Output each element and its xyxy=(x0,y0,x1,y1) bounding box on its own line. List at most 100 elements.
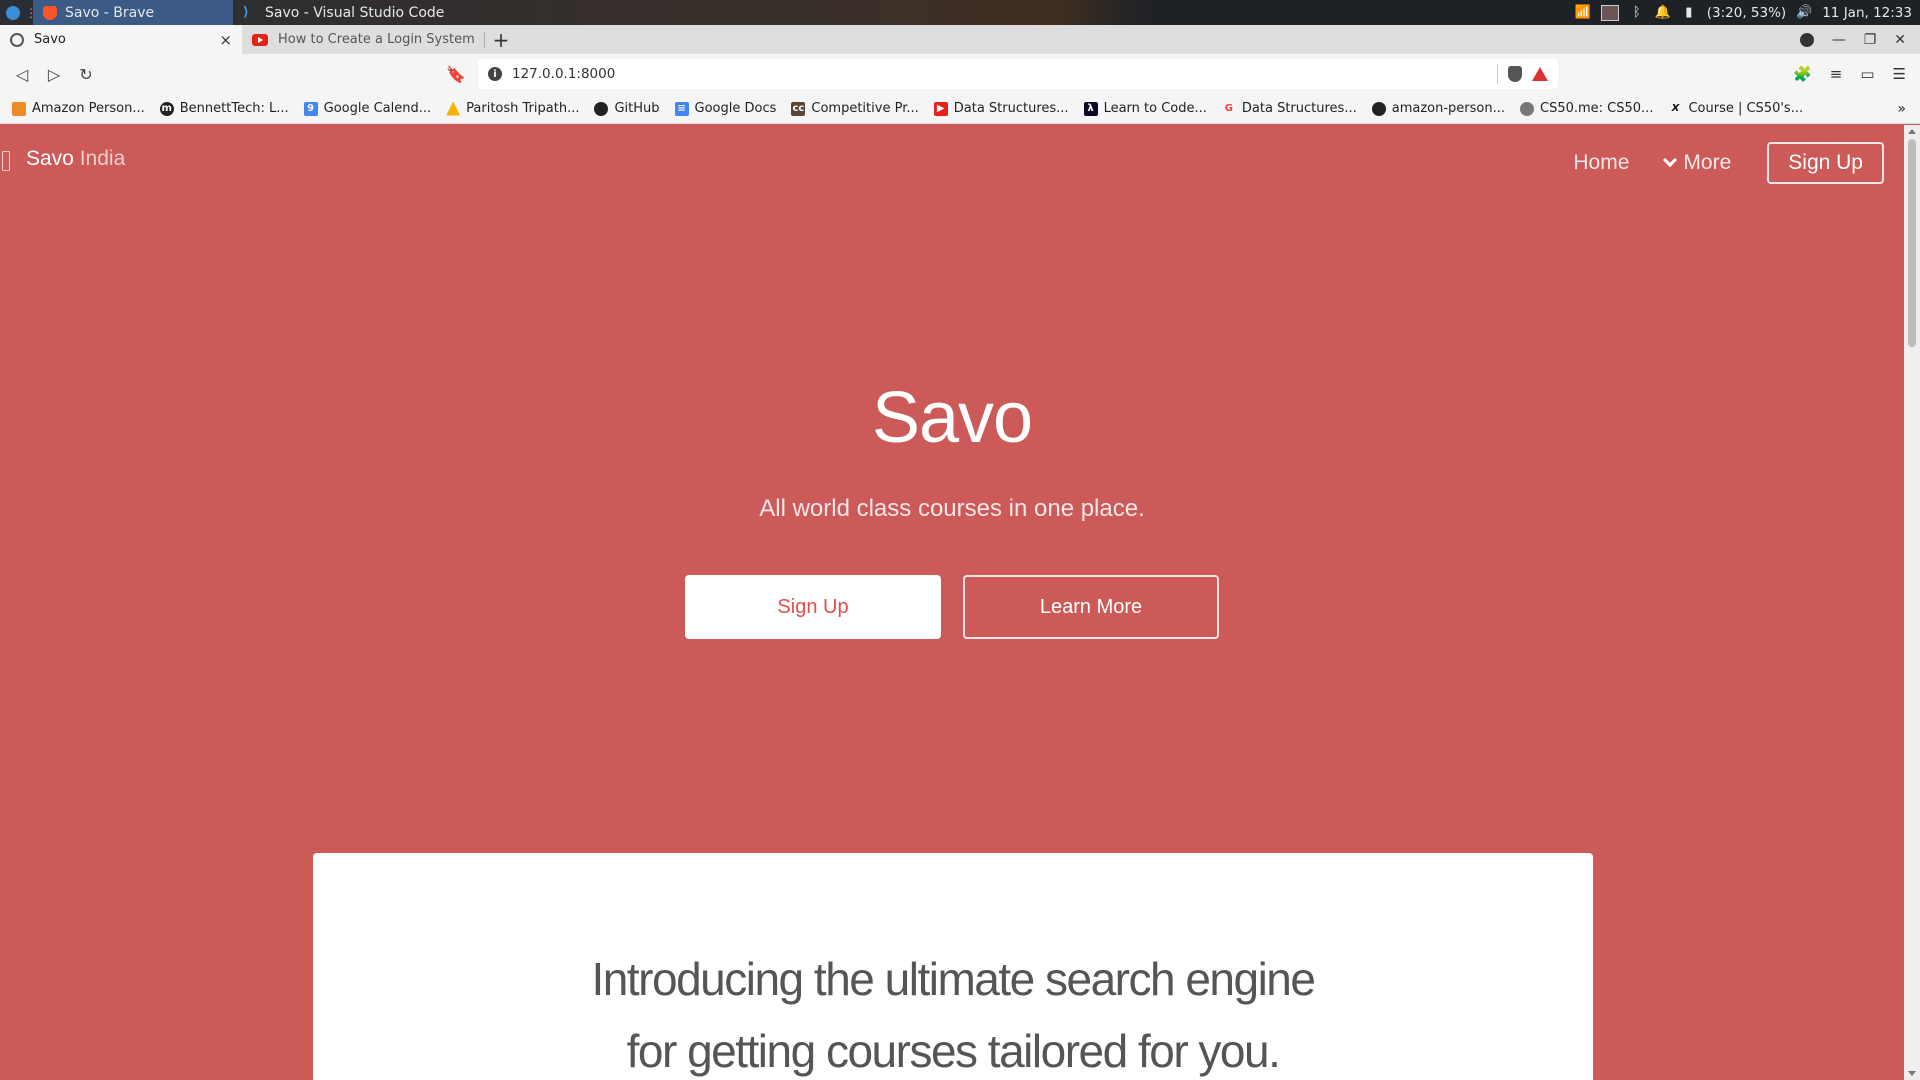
taskbar-window-brave[interactable]: Savo - Brave xyxy=(33,0,233,25)
screen-record-icon[interactable] xyxy=(1600,4,1619,21)
bookmark-label: Google Calend... xyxy=(323,101,432,116)
window-controls: — ❐ ✕ xyxy=(1799,25,1920,54)
chevron-down-icon xyxy=(1663,152,1678,168)
globe-icon xyxy=(1520,101,1534,116)
tab-title: How to Create a Login System xyxy=(278,32,474,47)
bookmark-item[interactable]: ≡ Google Docs xyxy=(674,101,777,116)
fcc-icon: λ xyxy=(1083,101,1098,116)
browser-toolbar: ◁ ▷ ↻ 🔖 i 127.0.0.1:8000 🧩 ≡ ▭ ☰ xyxy=(0,54,1920,94)
brand-menu-icon[interactable] xyxy=(2,151,10,171)
bookmark-item[interactable]: m BennettTech: L... xyxy=(159,101,289,116)
start-menu-icon xyxy=(5,5,20,20)
tab-title: Savo xyxy=(34,32,66,47)
amazon-icon xyxy=(12,101,26,116)
tab-close-button[interactable]: × xyxy=(219,31,232,49)
tab-search-icon[interactable] xyxy=(1799,32,1814,47)
edx-icon: X xyxy=(1671,103,1680,114)
reading-list-icon[interactable]: ≡ xyxy=(1830,65,1843,83)
google-icon: G xyxy=(1224,103,1234,114)
bookmark-label: BennettTech: L... xyxy=(179,101,289,116)
brand-logo[interactable]: Savo India xyxy=(26,147,125,171)
address-bar[interactable]: i 127.0.0.1:8000 xyxy=(478,59,1558,89)
web-page: Savo India Home More Sign Up Savo All wo… xyxy=(0,125,1904,1080)
learn-more-button[interactable]: Learn More xyxy=(963,575,1219,639)
youtube-icon: ▶ xyxy=(933,101,948,116)
nav-more-label: More xyxy=(1683,151,1732,174)
brand-name: Savo xyxy=(26,147,74,170)
bookmark-item[interactable]: G Data Structures... xyxy=(1222,101,1357,116)
bookmark-item[interactable]: amazon-person... xyxy=(1371,101,1505,116)
bookmark-label: Course | CS50's... xyxy=(1688,101,1804,116)
bookmark-label: Google Docs xyxy=(694,101,777,116)
new-tab-button[interactable]: + xyxy=(485,25,517,54)
brave-rewards-icon[interactable] xyxy=(1532,67,1548,81)
clock[interactable]: 11 Jan, 12:33 xyxy=(1822,5,1912,21)
bookmarks-overflow-button[interactable]: » xyxy=(1897,101,1920,117)
bennett-icon: m xyxy=(159,101,174,116)
close-window-icon[interactable]: ✕ xyxy=(1894,32,1906,48)
bookmarks-bar: Amazon Person... m BennettTech: L... 9 Goo… xyxy=(0,94,1920,124)
menu-icon[interactable]: ☰ xyxy=(1893,65,1906,83)
github-icon xyxy=(1371,101,1386,116)
bookmark-label: Paritosh Tripath... xyxy=(466,101,580,116)
bookmark-label: amazon-person... xyxy=(1391,101,1505,116)
bookmark-item[interactable]: ▶ Data Structures... xyxy=(933,101,1069,116)
wallet-icon[interactable]: ▭ xyxy=(1860,65,1874,83)
hero-buttons: Sign Up Learn More xyxy=(0,575,1904,639)
page-scrollbar[interactable] xyxy=(1904,125,1920,1080)
minimize-icon[interactable]: — xyxy=(1832,32,1846,48)
brand-region: India xyxy=(79,147,126,170)
scrollbar-thumb[interactable] xyxy=(1908,139,1916,347)
battery-status: (3:20, 53%) xyxy=(1706,4,1787,21)
bookmark-label: GitHub xyxy=(614,101,660,116)
nav-links: Home More Sign Up xyxy=(1573,142,1884,184)
bookmark-item[interactable]: cc Competitive Pr... xyxy=(791,101,919,116)
bookmark-label: CS50.me: CS50... xyxy=(1540,101,1654,116)
taskbar-window-title: Savo - Visual Studio Code xyxy=(265,4,445,21)
bookmark-item[interactable]: CS50.me: CS50... xyxy=(1520,101,1653,116)
taskbar-window-vscode[interactable]: ⟩ Savo - Visual Studio Code xyxy=(233,0,1033,25)
scroll-up-icon[interactable] xyxy=(1908,129,1916,134)
taskbar-handle: ⋮ xyxy=(25,5,37,20)
signup-button[interactable]: Sign Up xyxy=(685,575,941,639)
bookmark-item[interactable]: 9 Google Calend... xyxy=(303,101,432,116)
tab-savo[interactable]: Savo × xyxy=(0,25,242,54)
volume-icon[interactable]: 🔊 xyxy=(1796,5,1812,21)
brave-shields-icon[interactable] xyxy=(1508,66,1522,82)
forward-button[interactable]: ▷ xyxy=(38,58,70,90)
nav-home-link[interactable]: Home xyxy=(1573,151,1629,175)
back-button[interactable]: ◁ xyxy=(6,58,38,90)
bookmark-item[interactable]: X Course | CS50's... xyxy=(1668,101,1804,116)
tab-youtube[interactable]: How to Create a Login System xyxy=(242,25,484,54)
battery-icon[interactable]: ▮ xyxy=(1681,5,1697,21)
site-info-icon[interactable]: i xyxy=(488,67,502,81)
extensions-icon[interactable]: 🧩 xyxy=(1793,65,1812,83)
bookmark-item[interactable]: λ Learn to Code... xyxy=(1083,101,1207,116)
notification-bell-icon[interactable]: 🔔 xyxy=(1655,5,1671,21)
nav-more-dropdown[interactable]: More xyxy=(1663,151,1732,175)
bookmark-label: Learn to Code... xyxy=(1103,101,1207,116)
system-tray: 📶 ᛒ 🔔 ▮ (3:20, 53%) 🔊 11 Jan, 12:33 xyxy=(1575,4,1920,21)
bookmark-item[interactable]: GitHub xyxy=(594,101,660,116)
start-menu-button[interactable] xyxy=(0,0,25,25)
brave-icon xyxy=(43,5,57,20)
bluetooth-icon[interactable]: ᛒ xyxy=(1629,5,1645,21)
url-text[interactable]: 127.0.0.1:8000 xyxy=(512,66,1487,82)
reload-button[interactable]: ↻ xyxy=(70,58,102,90)
bookmark-item[interactable]: Amazon Person... xyxy=(12,101,145,116)
restore-icon[interactable]: ❐ xyxy=(1864,32,1877,48)
bookmark-page-button[interactable]: 🔖 xyxy=(440,58,472,90)
bookmark-label: Data Structures... xyxy=(953,101,1069,116)
intro-card: Introducing the ultimate search engine f… xyxy=(313,853,1593,1080)
nav-signup-button[interactable]: Sign Up xyxy=(1767,142,1884,184)
site-navbar: Savo India Home More Sign Up xyxy=(0,125,1904,197)
scroll-down-icon[interactable] xyxy=(1908,1071,1916,1076)
bookmark-item[interactable]: Paritosh Tripath... xyxy=(446,101,579,116)
github-icon xyxy=(594,101,609,116)
docs-icon: ≡ xyxy=(674,101,689,116)
os-taskbar: ⋮ Savo - Brave ⟩ Savo - Visual Studio Co… xyxy=(0,0,1920,25)
hero-subtitle: All world class courses in one place. xyxy=(759,495,1145,522)
globe-icon xyxy=(10,32,24,47)
wifi-icon[interactable]: 📶 xyxy=(1575,5,1591,21)
bookmark-label: Competitive Pr... xyxy=(811,101,919,116)
